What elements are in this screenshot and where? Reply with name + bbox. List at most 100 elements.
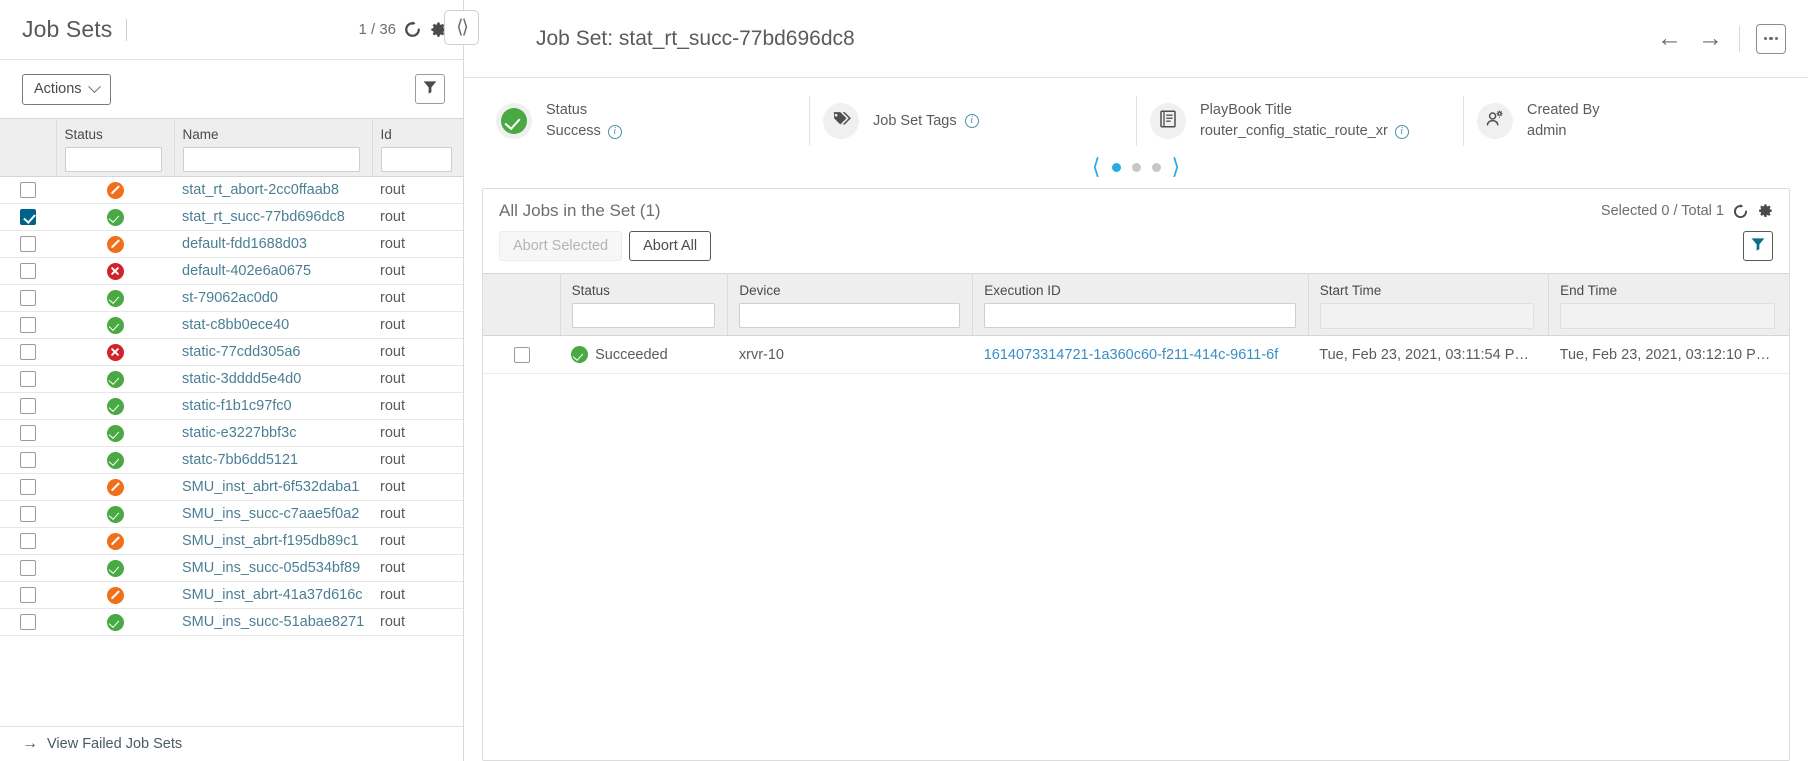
row-status-cell xyxy=(56,527,174,555)
table-row[interactable]: Succeeded xrvr-10 1614073314721-1a360c60-f… xyxy=(483,335,1789,375)
info-icon[interactable]: i xyxy=(1394,124,1409,139)
table-row[interactable]: static-77cdd305a6 rout xyxy=(0,338,463,366)
table-row[interactable]: st-79062ac0d0 rout xyxy=(0,284,463,312)
job-set-name-link[interactable]: SMU_ins_succ-c7aae5f0a2 xyxy=(182,506,359,522)
job-sets-filter-button[interactable] xyxy=(415,74,445,104)
table-row[interactable]: stat_rt_succ-77bd696dc8 rout xyxy=(0,203,463,231)
gear-icon[interactable] xyxy=(1757,203,1773,219)
table-row[interactable]: default-fdd1688d03 rout xyxy=(0,230,463,258)
job-set-name-link[interactable]: statc-7bb6dd5121 xyxy=(182,452,298,468)
table-row[interactable]: stat-c8bb0ece40 rout xyxy=(0,311,463,339)
row-checkbox[interactable] xyxy=(20,506,36,523)
row-checkbox[interactable] xyxy=(20,452,36,469)
execution-id-link[interactable]: 1614073314721-1a360c60-f211-414c-9611-6f xyxy=(984,347,1279,363)
row-checkbox[interactable] xyxy=(20,209,36,226)
info-icon[interactable]: i xyxy=(964,114,979,128)
id-filter-input[interactable] xyxy=(380,147,452,172)
row-checkbox[interactable] xyxy=(20,479,36,496)
row-checkbox-cell xyxy=(0,284,56,312)
job-set-name-link[interactable]: static-f1b1c97fc0 xyxy=(182,398,292,414)
row-checkbox[interactable] xyxy=(20,425,36,442)
jobs-status-filter-input[interactable] xyxy=(571,303,716,329)
job-set-name-link[interactable]: static-77cdd305a6 xyxy=(182,344,301,360)
row-checkbox[interactable] xyxy=(20,560,36,577)
job-set-name-link[interactable]: SMU_ins_succ-05d534bf89 xyxy=(182,560,360,576)
row-id-cell: rout xyxy=(372,446,463,474)
carousel-dot-2[interactable] xyxy=(1131,162,1141,172)
row-checkbox[interactable] xyxy=(20,317,36,334)
job-row-checkbox[interactable] xyxy=(513,346,530,363)
table-row[interactable]: SMU_inst_abrt-f195db89c1 rout xyxy=(0,527,463,555)
job-set-name-link[interactable]: default-fdd1688d03 xyxy=(182,236,307,252)
table-row[interactable]: SMU_ins_succ-c7aae5f0a2 rout xyxy=(0,500,463,528)
more-options-button[interactable] xyxy=(1756,23,1786,54)
refresh-icon[interactable] xyxy=(1733,203,1748,219)
jobs-end-time-filter-input xyxy=(1560,303,1775,330)
abort-all-button[interactable]: Abort All xyxy=(629,231,712,262)
row-checkbox[interactable] xyxy=(20,371,36,388)
table-row[interactable]: SMU_inst_abrt-6f532daba1 rout xyxy=(0,473,463,501)
arrow-right-icon[interactable]: → xyxy=(1698,26,1723,51)
abort-selected-button[interactable]: Abort Selected xyxy=(499,231,623,262)
job-set-name-link[interactable]: stat-c8bb0ece40 xyxy=(182,317,289,333)
status-success-icon xyxy=(106,397,124,415)
job-set-name-link[interactable]: SMU_inst_abrt-41a37d616c xyxy=(182,587,363,603)
actions-button[interactable]: Actions xyxy=(22,73,111,105)
chevron-right-icon[interactable]: ⟩ xyxy=(1172,156,1181,178)
carousel-dot-3[interactable] xyxy=(1151,162,1161,172)
user-gear-icon-wrap xyxy=(1477,103,1513,140)
table-row[interactable]: stat_rt_abort-2cc0ffaab8 rout xyxy=(0,176,463,204)
row-checkbox[interactable] xyxy=(20,236,36,253)
carousel-dot-1[interactable] xyxy=(1111,162,1121,172)
jobs-filter-button[interactable] xyxy=(1743,231,1773,262)
job-set-name-link[interactable]: st-79062ac0d0 xyxy=(182,290,278,306)
table-row[interactable]: SMU_ins_succ-05d534bf89 rout xyxy=(0,554,463,582)
row-id-cell: rout xyxy=(372,500,463,528)
collapse-panel-handle[interactable]: ⟨⟩ xyxy=(444,10,479,45)
row-checkbox[interactable] xyxy=(20,290,36,307)
row-checkbox[interactable] xyxy=(20,398,36,415)
info-card-playbook-title: PlayBook Title router_config_static_rout… xyxy=(1136,94,1463,148)
filter-icon xyxy=(1750,236,1766,257)
row-status-cell xyxy=(56,392,174,420)
table-row[interactable]: static-3dddd5e4d0 rout xyxy=(0,365,463,393)
job-set-name-link[interactable]: static-3dddd5e4d0 xyxy=(182,371,301,387)
arrow-left-icon[interactable]: ← xyxy=(1657,26,1682,51)
jobs-column-label-execution-id: Execution ID xyxy=(984,283,1061,299)
job-set-name-link[interactable]: default-402e6a0675 xyxy=(182,263,311,279)
status-aborted-icon xyxy=(106,235,124,253)
job-set-name-link[interactable]: static-e3227bbf3c xyxy=(182,425,296,441)
row-id-cell: rout xyxy=(372,527,463,555)
table-row[interactable]: static-f1b1c97fc0 rout xyxy=(0,392,463,420)
info-icon[interactable]: i xyxy=(607,124,622,139)
row-id-cell: rout xyxy=(372,203,463,231)
table-row[interactable]: statc-7bb6dd5121 rout xyxy=(0,446,463,474)
row-checkbox-cell xyxy=(0,446,56,474)
row-checkbox[interactable] xyxy=(20,182,36,199)
job-set-name-link[interactable]: stat_rt_abort-2cc0ffaab8 xyxy=(182,182,339,198)
row-checkbox[interactable] xyxy=(20,344,36,361)
table-row[interactable]: default-402e6a0675 rout xyxy=(0,257,463,285)
job-set-name-link[interactable]: SMU_inst_abrt-6f532daba1 xyxy=(182,479,359,495)
view-failed-job-sets-link[interactable]: View Failed Job Sets xyxy=(47,736,182,752)
job-row-execution-id-cell: 1614073314721-1a360c60-f211-414c-9611-6f xyxy=(972,335,1309,375)
job-set-name-link[interactable]: stat_rt_succ-77bd696dc8 xyxy=(182,209,345,225)
status-filter-input[interactable] xyxy=(64,147,162,172)
row-checkbox[interactable] xyxy=(20,533,36,550)
row-checkbox[interactable] xyxy=(20,263,36,280)
jobs-device-filter-input[interactable] xyxy=(739,303,961,329)
table-row[interactable]: SMU_inst_abrt-41a37d616c rout xyxy=(0,581,463,609)
jobs-execution-id-filter-input[interactable] xyxy=(984,303,1296,329)
table-row[interactable]: static-e3227bbf3c rout xyxy=(0,419,463,447)
job-set-name-link[interactable]: SMU_ins_succ-51abae8271 xyxy=(182,614,364,630)
row-checkbox[interactable] xyxy=(20,614,36,631)
row-checkbox[interactable] xyxy=(20,587,36,604)
chevron-down-icon xyxy=(87,79,101,93)
chevron-left-icon[interactable]: ⟨ xyxy=(1092,156,1101,178)
refresh-icon[interactable] xyxy=(404,21,421,38)
table-row[interactable]: SMU_ins_succ-51abae8271 rout xyxy=(0,608,463,636)
name-filter-input[interactable] xyxy=(182,147,360,172)
job-set-name-link[interactable]: SMU_inst_abrt-f195db89c1 xyxy=(182,533,359,549)
info-card-created-by-value: admin xyxy=(1527,123,1567,140)
row-id-cell: rout xyxy=(372,365,463,393)
